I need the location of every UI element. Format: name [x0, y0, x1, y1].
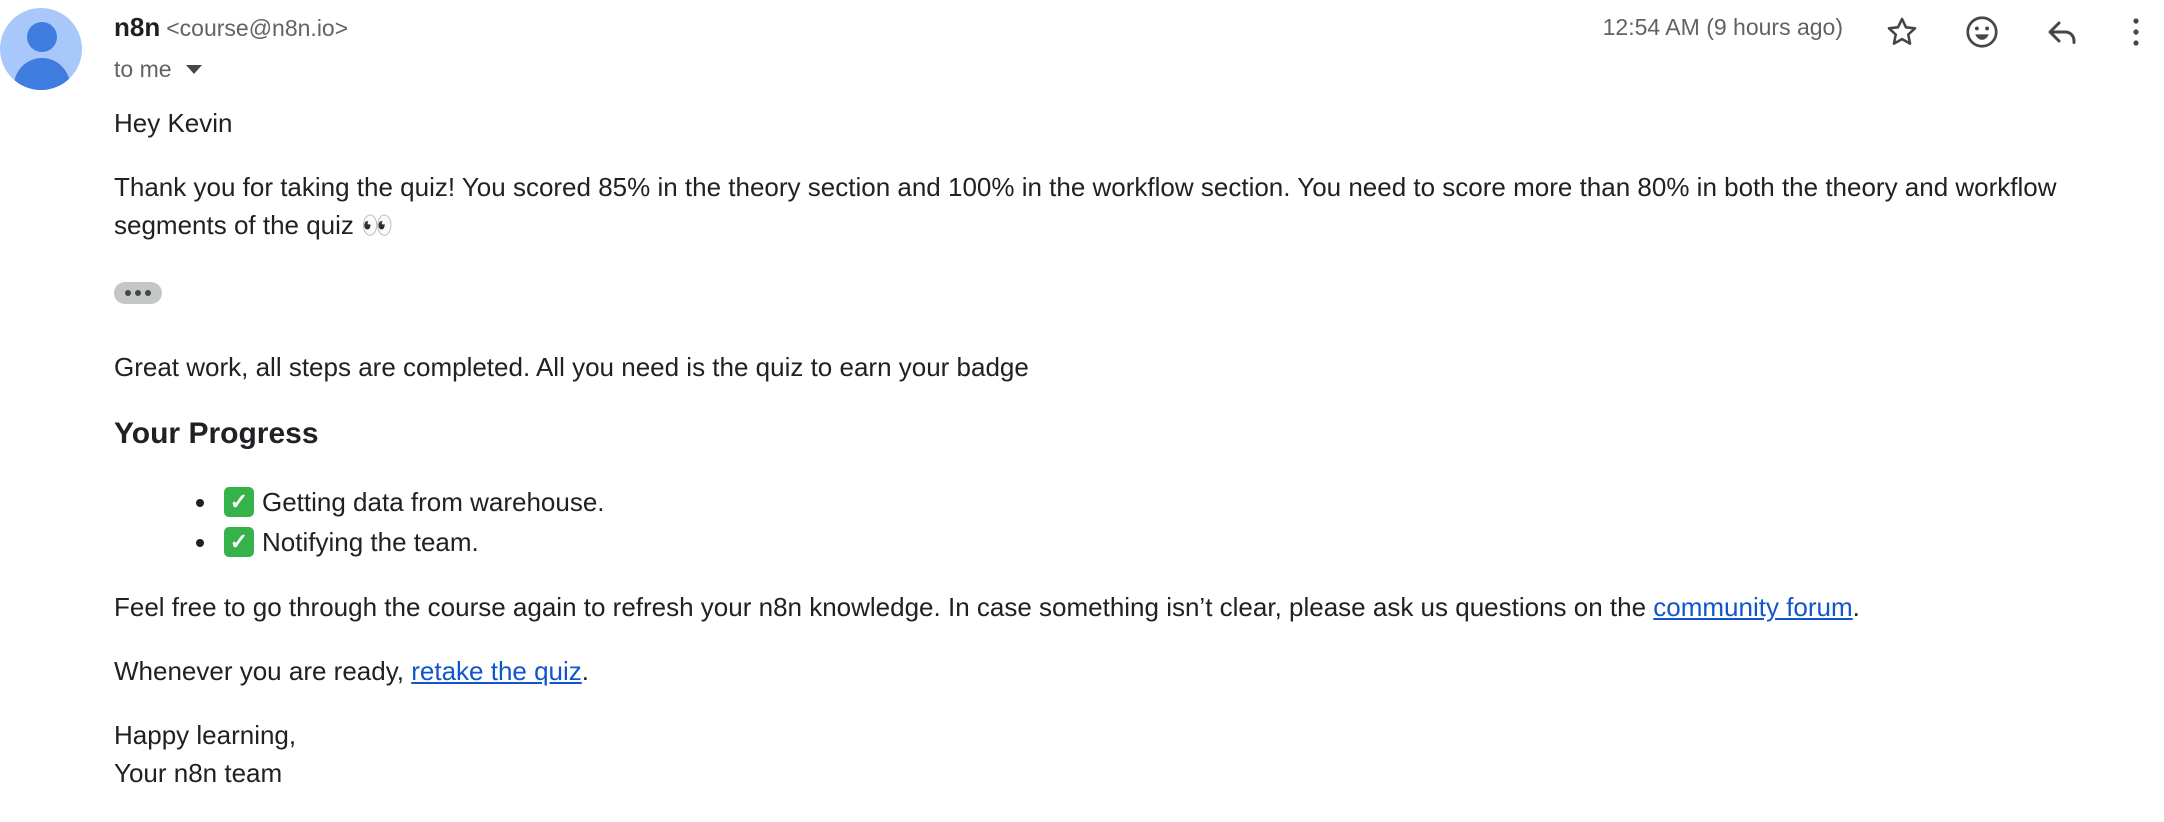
email-body: Hey Kevin Thank you for taking the quiz!…: [114, 104, 2074, 792]
forum-text: Feel free to go through the course again…: [114, 592, 1654, 622]
dot: [125, 290, 131, 296]
progress-item: ✓ Getting data from warehouse.: [114, 482, 2074, 522]
sender-name[interactable]: n8n: [114, 12, 160, 42]
greeting: Hey Kevin: [114, 108, 233, 138]
forum-paragraph: Feel free to go through the course again…: [114, 588, 2074, 626]
signoff-line-1: Happy learning,: [114, 720, 297, 750]
retake-text: Whenever you are ready,: [114, 656, 412, 686]
progress-item: ✓ Notifying the team.: [114, 522, 2074, 562]
person-avatar-icon: [27, 22, 57, 52]
community-forum-link[interactable]: community forum: [1653, 592, 1852, 622]
forum-end: .: [1852, 592, 1860, 622]
more-vertical-icon: [2133, 18, 2139, 46]
check-mark-icon: ✓: [224, 527, 254, 557]
show-trimmed-content-button[interactable]: [114, 282, 162, 304]
bullet: [196, 499, 204, 507]
retake-quiz-link[interactable]: retake the quiz: [411, 656, 582, 686]
sender-line: n8n <course@n8n.io>: [114, 12, 348, 43]
chevron-down-icon[interactable]: [185, 65, 202, 74]
more-options-button[interactable]: [2116, 8, 2156, 56]
check-mark-icon: ✓: [224, 487, 254, 517]
emoji-reaction-icon: [1966, 16, 1998, 48]
recipient-dropdown[interactable]: to me: [114, 56, 202, 83]
reply-button[interactable]: [2038, 8, 2086, 56]
progress-item-label: Notifying the team.: [262, 527, 479, 557]
retake-paragraph: Whenever you are ready, retake the quiz.: [114, 652, 2074, 690]
reply-icon: [2048, 21, 2076, 44]
emoji-reaction-button[interactable]: [1958, 8, 2006, 56]
progress-item-label: Getting data from warehouse.: [262, 487, 605, 517]
star-button[interactable]: [1878, 8, 1926, 56]
signoff-line-2: Your n8n team: [114, 758, 283, 788]
progress-list: ✓ Getting data from warehouse. ✓ Notifyi…: [114, 482, 2074, 562]
quiz-result-text: Thank you for taking the quiz! You score…: [114, 172, 2057, 240]
bullet: [196, 539, 204, 547]
dot: [145, 290, 151, 296]
sender-email: <course@n8n.io>: [166, 15, 349, 41]
sender-avatar[interactable]: [0, 8, 82, 90]
email-timestamp: 12:54 AM (9 hours ago): [1602, 14, 1843, 40]
recipient-label: to me: [114, 56, 172, 82]
dot: [135, 290, 141, 296]
star-icon: [1887, 17, 1917, 45]
retake-end: .: [581, 656, 590, 686]
person-avatar-body: [14, 58, 70, 90]
completed-text: Great work, all steps are completed. All…: [114, 352, 1029, 382]
progress-heading: Your Progress: [114, 417, 319, 450]
